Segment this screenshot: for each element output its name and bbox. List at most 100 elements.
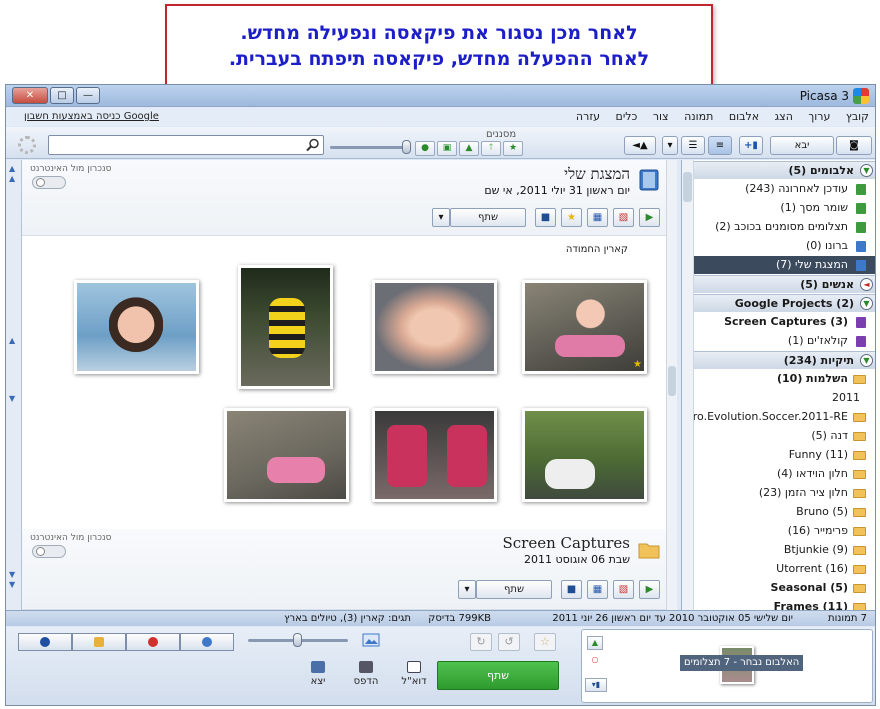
- filter-uploaded-button[interactable]: ↑: [481, 141, 501, 156]
- sidebar-folder-item[interactable]: חלון ציר הזמן (23): [694, 484, 875, 502]
- tag-button[interactable]: [72, 633, 126, 651]
- import-button[interactable]: יבא: [770, 136, 834, 155]
- left-scrollbar[interactable]: ▲ ▲ ▲ ▼ ▼ ▼: [6, 160, 22, 610]
- projects-section-header[interactable]: ▼ Google Projects (2): [694, 294, 875, 312]
- sidebar-folder-item[interactable]: Seasonal (5): [694, 579, 875, 597]
- sync-toggle[interactable]: [32, 176, 66, 189]
- main-scrollbar[interactable]: [666, 160, 677, 610]
- sidebar-year-header[interactable]: 2011: [694, 389, 875, 407]
- thumbnail-size-slider-thumb[interactable]: [293, 633, 302, 647]
- star-album-button[interactable]: ★: [561, 208, 582, 227]
- filter-starred-button[interactable]: ★: [503, 141, 523, 156]
- search-input[interactable]: [51, 137, 301, 153]
- sidebar-item-recently-updated[interactable]: עודכן לאחרונה (243): [694, 180, 875, 198]
- play-slideshow-button[interactable]: ▶: [639, 580, 660, 599]
- edit-collage-button[interactable]: ▧: [613, 208, 634, 227]
- view-dropdown-button[interactable]: ▾: [662, 136, 678, 155]
- menu-tools[interactable]: כלים: [610, 108, 644, 125]
- sidebar-scrollbar[interactable]: [682, 160, 694, 610]
- menu-create[interactable]: צור: [647, 108, 675, 125]
- sidebar-scroll-thumb[interactable]: [683, 172, 692, 202]
- scroll-up-icon[interactable]: ▲: [9, 164, 15, 173]
- photo-thumbnail-3[interactable]: [238, 265, 333, 389]
- menu-picture[interactable]: תמונה: [678, 108, 719, 125]
- rotate-left-button[interactable]: ↺: [498, 633, 520, 651]
- expand-icon[interactable]: ◄: [860, 278, 873, 291]
- close-button[interactable]: ✕: [12, 87, 48, 104]
- google-signin-link[interactable]: כניסה באמצעות חשבון Google: [24, 111, 159, 122]
- filter-video-button[interactable]: ▣: [437, 141, 457, 156]
- info-button[interactable]: [18, 633, 72, 651]
- filter-faces-button[interactable]: ▲: [459, 141, 479, 156]
- album-title[interactable]: Screen Captures: [503, 534, 631, 552]
- selection-tray[interactable]: ▲ ○ ▾▮ האלבום נבחר - 7 תצלומים: [581, 629, 873, 703]
- maximize-button[interactable]: □: [50, 87, 74, 104]
- sidebar-folder-item[interactable]: השלמות (10): [694, 370, 875, 388]
- save-album-button[interactable]: ■: [561, 580, 582, 599]
- photo-thumbnail-2[interactable]: [372, 280, 497, 374]
- sidebar-folder-item[interactable]: Funny (11): [694, 446, 875, 464]
- photo-thumbnail-4[interactable]: [74, 280, 199, 374]
- create-movie-button[interactable]: ▦: [587, 208, 608, 227]
- sidebar-item-screen-captures[interactable]: Screen Captures (3): [694, 313, 875, 331]
- albums-section-header[interactable]: ▼ אלבומים (5): [694, 161, 875, 179]
- photo-thumbnail-7[interactable]: [224, 408, 349, 502]
- photo-thumbnail-5[interactable]: [522, 408, 647, 502]
- share-dropdown-button[interactable]: ▾: [458, 580, 476, 599]
- import-camera-button[interactable]: ◙: [836, 136, 872, 155]
- print-button[interactable]: הדפס: [346, 661, 386, 687]
- list-view-button[interactable]: ☰: [681, 136, 705, 155]
- edit-collage-button[interactable]: ▧: [613, 580, 634, 599]
- people-section-header[interactable]: ◄ אנשים (5): [694, 275, 875, 293]
- sidebar-folder-item[interactable]: Bruno (5): [694, 503, 875, 521]
- menu-file[interactable]: קובץ: [840, 108, 875, 125]
- photo-thumbnail-6[interactable]: [372, 408, 497, 502]
- filter-slider-thumb[interactable]: [402, 140, 411, 154]
- sidebar-folder-item[interactable]: Utorrent (16): [694, 560, 875, 578]
- sidebar-folder-item[interactable]: דנה (5): [694, 427, 875, 445]
- scroll-down-icon[interactable]: ▼: [9, 394, 15, 403]
- menu-help[interactable]: עזרה: [570, 108, 606, 125]
- filter-map-button[interactable]: ●: [415, 141, 435, 156]
- share-google-button[interactable]: שתף: [437, 661, 559, 690]
- scroll-up-icon-3[interactable]: ▲: [9, 336, 15, 345]
- folders-section-header[interactable]: ▼ תיקיות (234): [694, 351, 875, 369]
- create-movie-button[interactable]: ▦: [587, 580, 608, 599]
- people-tag-button[interactable]: [180, 633, 234, 651]
- rotate-right-button[interactable]: ↻: [470, 633, 492, 651]
- share-dropdown-button[interactable]: ▾: [432, 208, 450, 227]
- save-album-button[interactable]: ■: [535, 208, 556, 227]
- new-album-button[interactable]: +▮: [739, 136, 763, 155]
- sidebar-item-collages[interactable]: קולאז'ים (1): [694, 332, 875, 350]
- menu-edit[interactable]: ערוך: [802, 108, 836, 125]
- collapse-icon[interactable]: ▼: [860, 164, 873, 177]
- geotag-button[interactable]: [126, 633, 180, 651]
- play-slideshow-button[interactable]: ▶: [639, 208, 660, 227]
- people-manager-button[interactable]: ◄▲: [624, 136, 656, 155]
- sidebar-item-starred-photos[interactable]: תצלומים מסומנים בכוכב (2): [694, 218, 875, 236]
- add-to-album-button[interactable]: ▾▮: [585, 678, 607, 692]
- menu-album[interactable]: אלבום: [723, 108, 765, 125]
- clear-button[interactable]: ○: [587, 654, 603, 668]
- photo-thumbnail-1[interactable]: ★: [522, 280, 647, 374]
- search-box[interactable]: [48, 135, 324, 155]
- album-title[interactable]: המצגת שלי: [564, 165, 630, 184]
- thumbnail-view-button[interactable]: ≡: [708, 136, 732, 155]
- album-share-button[interactable]: שתף: [450, 208, 526, 227]
- album-share-button[interactable]: שתף: [476, 580, 552, 599]
- sync-toggle[interactable]: [32, 545, 66, 558]
- sidebar-folder-item[interactable]: Btjunkie (9): [694, 541, 875, 559]
- minimize-button[interactable]: —: [76, 87, 100, 104]
- export-button[interactable]: יצא: [298, 661, 338, 687]
- sidebar-item-screensaver[interactable]: שומר מסך (1): [694, 199, 875, 217]
- collapse-icon[interactable]: ▼: [860, 354, 873, 367]
- menu-view[interactable]: הצג: [769, 108, 799, 125]
- scroll-thumb[interactable]: [668, 366, 676, 396]
- email-button[interactable]: דוא"ל: [394, 661, 434, 687]
- scroll-down-icon-3[interactable]: ▼: [9, 580, 15, 589]
- sidebar-folder-item[interactable]: פרימייר (16): [694, 522, 875, 540]
- hold-button[interactable]: ▲: [587, 636, 603, 650]
- sidebar-item-my-slideshow[interactable]: המצגת שלי (7): [694, 256, 875, 274]
- star-photo-button[interactable]: ☆: [534, 633, 556, 651]
- scroll-down-icon-2[interactable]: ▼: [9, 570, 15, 579]
